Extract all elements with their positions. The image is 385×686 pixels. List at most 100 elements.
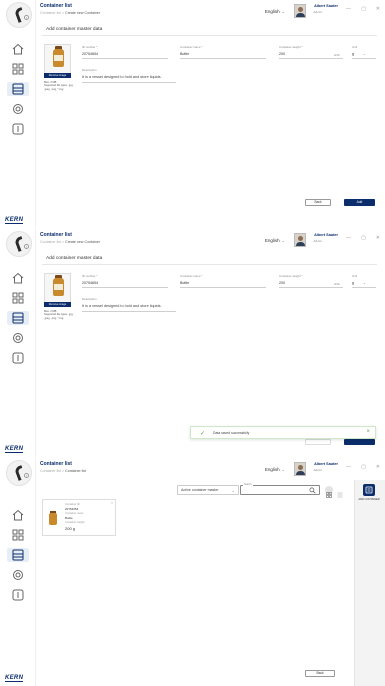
unit-underline — [352, 287, 376, 288]
avatar[interactable] — [294, 4, 306, 18]
settings-icon[interactable] — [11, 331, 25, 345]
home-icon[interactable] — [11, 508, 25, 522]
add-container-button[interactable] — [363, 484, 375, 496]
name-label: Container name * — [180, 274, 203, 278]
language-select[interactable]: English ⌄ — [265, 467, 285, 472]
id-underline — [82, 58, 168, 59]
status-filter-select[interactable]: Active container master ⌄ — [177, 485, 239, 495]
chevron-down-icon: ⌄ — [281, 238, 285, 243]
collapse-icon[interactable]: › — [24, 15, 29, 20]
close-icon[interactable]: ✕ — [376, 235, 380, 241]
remove-image-button[interactable]: Remove image — [44, 73, 71, 78]
description-field[interactable]: It is a vessel designed to hold and stor… — [82, 304, 162, 308]
success-toast: ✓ Data saved successfully × — [190, 426, 376, 439]
grid-icon[interactable] — [11, 528, 25, 542]
id-field[interactable]: 20754654 — [82, 52, 98, 56]
database-icon[interactable] — [7, 311, 29, 325]
settings-icon[interactable] — [11, 568, 25, 582]
weight-counter: 0/10 — [334, 282, 340, 286]
card-close-icon[interactable]: × — [111, 501, 113, 505]
collapse-icon[interactable]: › — [24, 473, 29, 478]
maximize-icon[interactable]: ▢ — [361, 464, 366, 470]
back-button-obscured — [305, 439, 331, 445]
user-role: Admin — [313, 10, 322, 14]
container-image[interactable] — [44, 44, 71, 75]
toast-close-icon[interactable]: × — [366, 429, 370, 435]
user-role: Admin — [313, 468, 322, 472]
name-field[interactable]: Bottle — [180, 52, 189, 56]
container-card[interactable]: × Container ID 20754654 Container name B… — [42, 499, 116, 536]
maximize-icon[interactable]: ▢ — [361, 6, 366, 12]
search-input[interactable]: Search — [240, 483, 320, 495]
breadcrumb-separator: > — [61, 469, 65, 473]
id-label: ID number * — [82, 274, 98, 278]
unit-select[interactable]: g ⌄ — [352, 281, 366, 285]
create-container-saved-screen: › KERN Container list Container list > C… — [0, 229, 385, 457]
collapse-icon[interactable]: › — [24, 244, 29, 249]
add-button[interactable]: Add — [344, 199, 375, 206]
back-button[interactable]: Back — [305, 199, 331, 206]
language-value: English — [264, 238, 280, 243]
name-field[interactable]: Bottle — [180, 281, 189, 285]
breadcrumb: Container list > Create new Container — [40, 240, 100, 244]
database-icon[interactable] — [7, 548, 29, 562]
check-icon: ✓ — [200, 431, 206, 437]
breadcrumb-parent[interactable]: Container list — [40, 11, 61, 15]
page-title: Container list — [40, 232, 72, 238]
section-title: Add container master data — [46, 27, 103, 32]
breadcrumb-parent[interactable]: Container list — [40, 240, 61, 244]
minimize-icon[interactable]: — — [346, 464, 351, 470]
minimize-icon[interactable]: — — [346, 6, 351, 12]
header: Container list Container list > Create n… — [36, 229, 385, 251]
remove-image-button[interactable]: Remove image — [44, 302, 71, 307]
unit-underline — [352, 58, 376, 59]
grid-icon[interactable] — [11, 291, 25, 305]
container-thumbnail — [47, 510, 59, 526]
card-name-value: Bottle — [65, 516, 73, 520]
description-underline — [82, 311, 176, 312]
card-weight-value: 200 g — [65, 526, 76, 531]
description-underline — [82, 82, 176, 83]
settings-icon[interactable] — [11, 102, 25, 116]
description-label: Description — [82, 297, 97, 301]
breadcrumb-parent[interactable]: Container list — [40, 469, 61, 473]
add-list-icon — [365, 486, 373, 494]
grid-icon[interactable] — [11, 62, 25, 76]
weight-field[interactable]: 200 — [279, 281, 285, 285]
weight-underline — [279, 58, 343, 59]
unit-select[interactable]: g ⌄ — [352, 52, 366, 56]
logout-icon[interactable] — [11, 122, 25, 136]
brand-logo: KERN — [5, 675, 24, 682]
weight-field[interactable]: 200 — [279, 52, 285, 56]
container-list-screen: › KERN Container list Container list > C… — [0, 458, 385, 686]
language-select[interactable]: English ⌄ — [265, 238, 285, 243]
list-view-icon[interactable] — [336, 486, 344, 498]
home-icon[interactable] — [11, 271, 25, 285]
back-button[interactable]: Back — [305, 670, 335, 677]
container-image[interactable] — [44, 273, 71, 304]
maximize-icon[interactable]: ▢ — [361, 235, 366, 241]
description-field[interactable]: It is a vessel designed to hold and stor… — [82, 75, 162, 79]
avatar[interactable] — [294, 233, 306, 247]
breadcrumb-current: Create new Container — [65, 240, 101, 244]
breadcrumb-current: Container list — [65, 469, 87, 473]
home-icon[interactable] — [11, 42, 25, 56]
id-underline — [82, 287, 168, 288]
header: Container list Container list > Containe… — [36, 458, 385, 480]
grid-view-icon[interactable] — [325, 486, 333, 498]
logout-icon[interactable] — [11, 351, 25, 365]
image-format-hint: Supported file types: .jpg, .jpeg, .png,… — [44, 313, 74, 320]
user-name: Albert Sauter — [314, 233, 338, 237]
search-icon[interactable] — [309, 487, 316, 494]
id-field[interactable]: 20754654 — [82, 281, 98, 285]
unit-value: g — [352, 281, 354, 285]
add-container-label: ADD CONTAINER — [358, 498, 380, 501]
avatar[interactable] — [294, 462, 306, 476]
database-icon[interactable] — [7, 82, 29, 96]
name-underline — [180, 58, 266, 59]
logout-icon[interactable] — [11, 588, 25, 602]
minimize-icon[interactable]: — — [346, 235, 351, 241]
close-icon[interactable]: ✕ — [376, 6, 380, 12]
close-icon[interactable]: ✕ — [376, 464, 380, 470]
language-select[interactable]: English ⌄ — [265, 9, 285, 14]
